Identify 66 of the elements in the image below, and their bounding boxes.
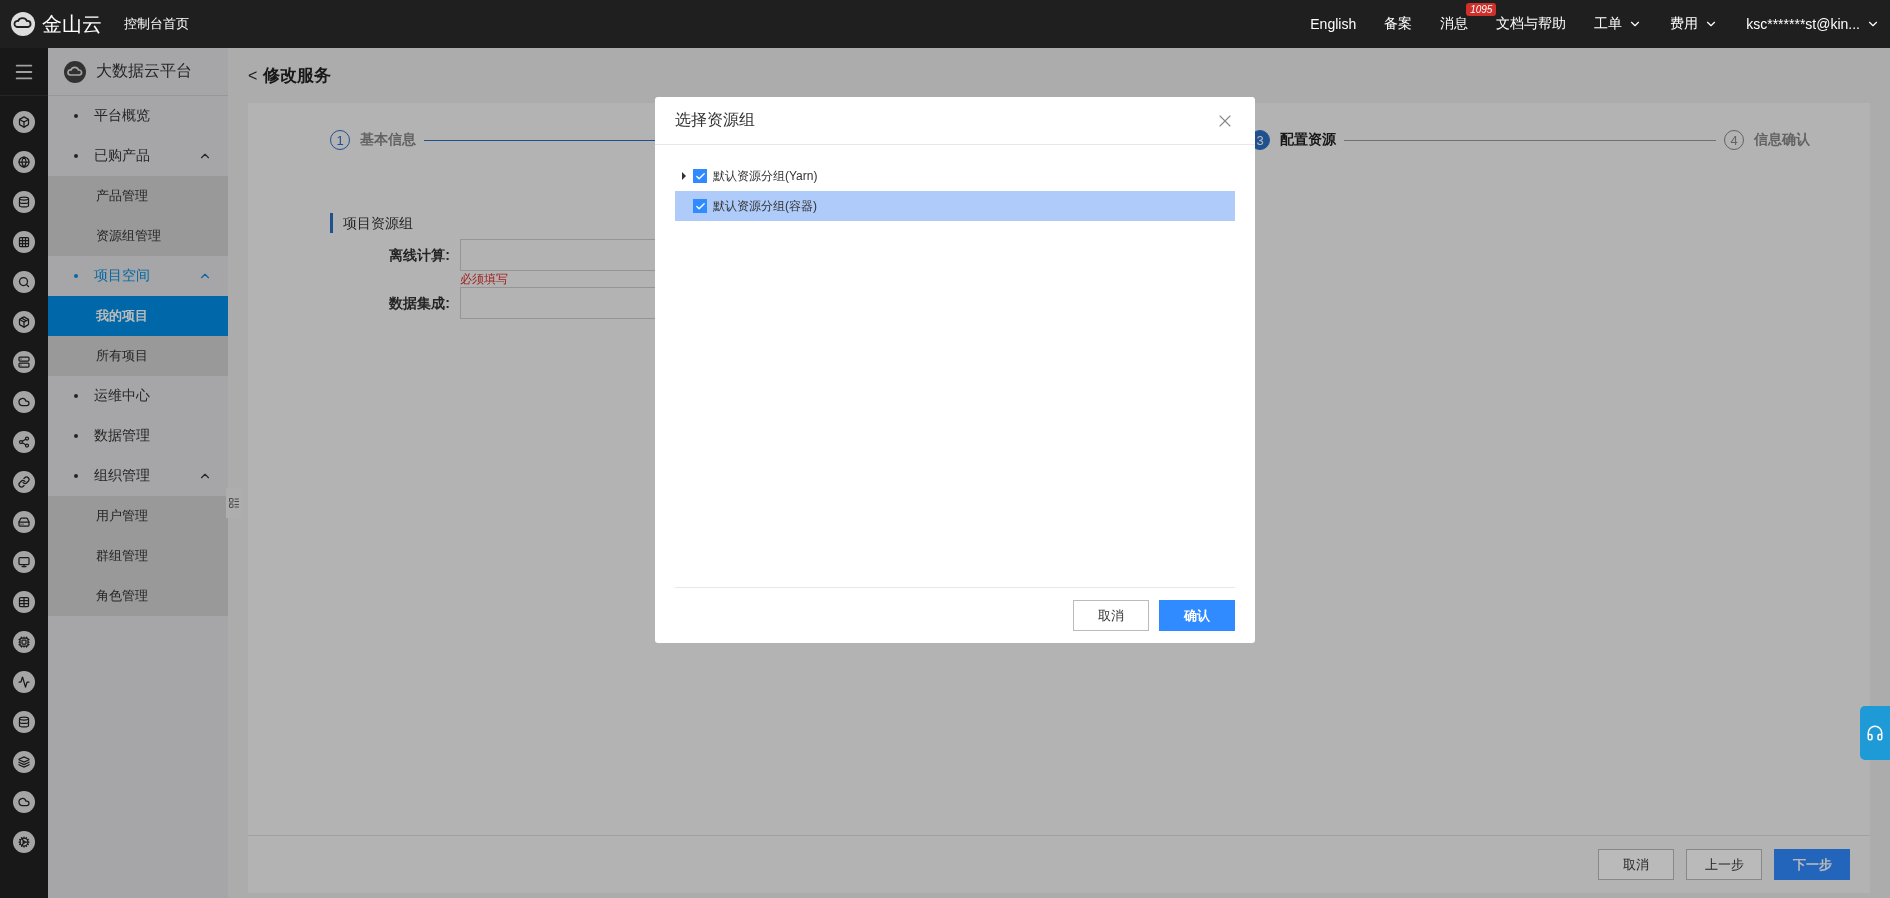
- sidebar-subitem[interactable]: 产品管理: [48, 176, 228, 216]
- secondary-button[interactable]: 取消: [1598, 849, 1674, 880]
- checkbox[interactable]: [693, 169, 707, 183]
- product-icon[interactable]: [13, 471, 35, 493]
- product-icon[interactable]: [13, 671, 35, 693]
- sidebar-subitem[interactable]: 群组管理: [48, 536, 228, 576]
- product-icon[interactable]: [13, 591, 35, 613]
- checkbox[interactable]: [693, 199, 707, 213]
- sidebar-subitem[interactable]: 资源组管理: [48, 216, 228, 256]
- message-count-badge: 1095: [1466, 3, 1497, 16]
- tree-row[interactable]: 默认资源分组(容器): [675, 191, 1235, 221]
- product-icon[interactable]: [13, 711, 35, 733]
- console-home-link[interactable]: 控制台首页: [124, 15, 189, 33]
- product-icon[interactable]: [13, 151, 35, 173]
- sidebar-item[interactable]: 已购产品: [48, 136, 228, 176]
- step-label: 信息确认: [1754, 131, 1810, 149]
- back-link[interactable]: <: [248, 66, 258, 85]
- top-nav-link[interactable]: 费用: [1670, 15, 1719, 33]
- product-icon[interactable]: [13, 271, 35, 293]
- sidebar-subitem[interactable]: 所有项目: [48, 336, 228, 376]
- sidebar-item[interactable]: 数据管理: [48, 416, 228, 456]
- cloud-logo-icon: [64, 60, 86, 83]
- confirm-button[interactable]: 确认: [1159, 600, 1235, 631]
- tree-label: 默认资源分组(Yarn): [713, 167, 818, 185]
- sidebar-item[interactable]: 运维中心: [48, 376, 228, 416]
- product-icon[interactable]: [13, 751, 35, 773]
- sidebar-item[interactable]: 平台概览: [48, 96, 228, 136]
- top-nav-link[interactable]: 消息: [1440, 15, 1469, 33]
- product-icon[interactable]: [13, 831, 35, 853]
- dialog-title: 选择资源组: [675, 110, 756, 130]
- list-icon: [228, 497, 240, 509]
- sidebar-subitem[interactable]: 角色管理: [48, 576, 228, 616]
- product-icon[interactable]: [13, 551, 35, 573]
- caret-right-icon[interactable]: [681, 172, 687, 180]
- cancel-button[interactable]: 取消: [1073, 600, 1149, 631]
- field-label: 离线计算:: [388, 246, 451, 265]
- step-label: 配置资源: [1280, 131, 1337, 149]
- top-nav-link[interactable]: 备案: [1384, 15, 1413, 33]
- tree-label: 默认资源分组(容器): [713, 197, 817, 215]
- error-message: 必须填写: [460, 271, 509, 287]
- product-icon[interactable]: [13, 631, 35, 653]
- product-icon[interactable]: [13, 791, 35, 813]
- top-nav-link[interactable]: 工单: [1594, 15, 1643, 33]
- top-nav-link[interactable]: ksc*******st@kin...: [1746, 16, 1880, 32]
- product-icon[interactable]: [13, 391, 35, 413]
- product-icon[interactable]: [13, 431, 35, 453]
- logo-text: 金山云: [42, 11, 102, 37]
- section-heading: 项目资源组: [330, 213, 413, 233]
- sidebar-title: 大数据云平台: [96, 61, 192, 81]
- headset-icon[interactable]: [1860, 706, 1890, 760]
- secondary-button[interactable]: 上一步: [1686, 849, 1762, 880]
- top-nav-link[interactable]: 文档与帮助: [1496, 15, 1567, 33]
- tree-row[interactable]: 默认资源分组(Yarn): [675, 161, 1235, 191]
- cloud-logo-icon: [10, 11, 36, 37]
- field-label: 数据集成:: [388, 294, 451, 313]
- top-nav-link[interactable]: English: [1310, 16, 1357, 32]
- product-icon[interactable]: [13, 191, 35, 213]
- product-icon[interactable]: [13, 311, 35, 333]
- sidebar-item[interactable]: 组织管理: [48, 456, 228, 496]
- product-icon[interactable]: [13, 231, 35, 253]
- step-label: 基本信息: [360, 131, 416, 149]
- product-icon[interactable]: [13, 351, 35, 373]
- product-icon[interactable]: [13, 511, 35, 533]
- page-title: 修改服务: [263, 65, 332, 87]
- sidebar-subitem[interactable]: 用户管理: [48, 496, 228, 536]
- product-icon[interactable]: [13, 111, 35, 133]
